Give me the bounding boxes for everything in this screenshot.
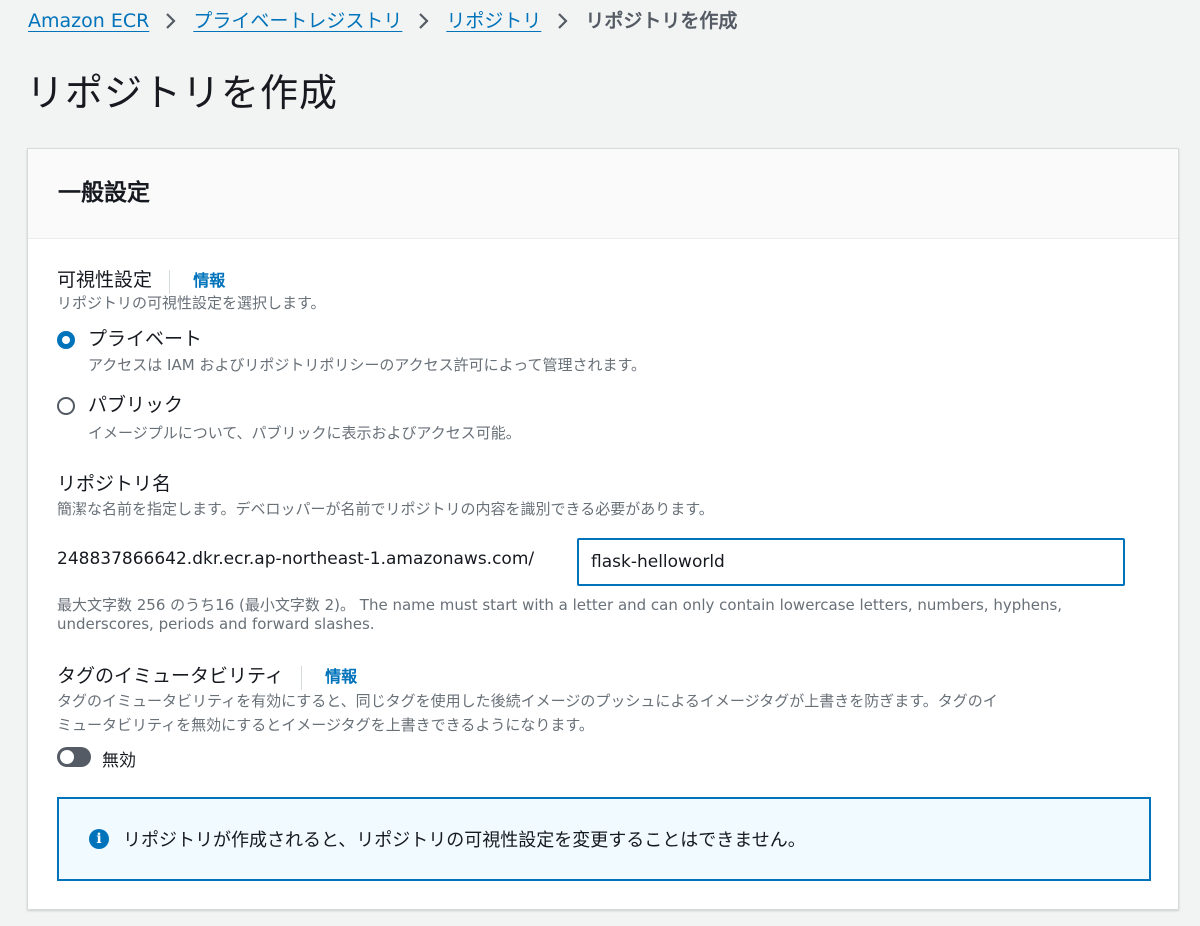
breadcrumb: Amazon ECR プライベートレジストリ リポジトリ リポジトリを作成 bbox=[28, 6, 737, 36]
tag-immutability-description-line2: ミュータビリティを無効にするとイメージタグを上書きできるようになります。 bbox=[57, 716, 594, 734]
repo-name-hint-line2: underscores, periods and forward slashes… bbox=[57, 615, 375, 633]
page-title: リポジトリを作成 bbox=[26, 71, 339, 115]
breadcrumb-current: リポジトリを作成 bbox=[585, 10, 738, 32]
tag-immutability-toggle-label: 無効 bbox=[102, 751, 136, 771]
visibility-label-row: 可視性設定 情報 bbox=[57, 265, 225, 294]
panel-header: 一般設定 bbox=[28, 149, 1178, 239]
chevron-right-icon bbox=[557, 12, 569, 30]
toggle-knob bbox=[60, 750, 74, 764]
radio-private[interactable] bbox=[57, 331, 75, 349]
radio-public[interactable] bbox=[57, 397, 75, 415]
tag-immutability-description-line1: タグのイミュータビリティを有効にすると、同じタグを使用した後続イメージのプッシュ… bbox=[57, 692, 998, 710]
divider bbox=[169, 269, 171, 294]
radio-private-description: アクセスは IAM およびリポジトリポリシーのアクセス許可によって管理されます。 bbox=[88, 356, 646, 374]
repo-name-label: リポジトリ名 bbox=[57, 473, 172, 495]
tag-immutability-info-link[interactable]: 情報 bbox=[325, 667, 357, 686]
repo-name-description: 簡潔な名前を指定します。デベロッパーが名前でリポジトリの内容を識別できる必要があ… bbox=[57, 500, 714, 518]
tag-immutability-toggle[interactable] bbox=[57, 747, 91, 767]
divider bbox=[300, 665, 302, 690]
radio-public-description: イメージプルについて、パブリックに表示およびアクセス可能。 bbox=[88, 424, 521, 442]
info-alert: i リポジトリが作成されると、リポジトリの可視性設定を変更することはできません。 bbox=[57, 797, 1151, 881]
breadcrumb-link-amazon-ecr[interactable]: Amazon ECR bbox=[28, 6, 149, 36]
repo-uri-prefix: 248837866642.dkr.ecr.ap-northeast-1.amaz… bbox=[57, 549, 535, 569]
radio-public-label[interactable]: パブリック bbox=[88, 390, 183, 417]
chevron-right-icon bbox=[165, 12, 177, 30]
tag-immutability-label-row: タグのイミュータビリティ 情報 bbox=[57, 661, 357, 690]
breadcrumb-link-repositories[interactable]: リポジトリ bbox=[446, 6, 541, 36]
repo-name-input[interactable] bbox=[577, 538, 1125, 586]
info-icon: i bbox=[89, 829, 109, 849]
repo-name-hint-line1: 最大文字数 256 のうち16 (最小文字数 2)。 The name must… bbox=[57, 596, 1063, 614]
radio-private-label[interactable]: プライベート bbox=[88, 324, 202, 351]
info-alert-text: リポジトリが作成されると、リポジトリの可視性設定を変更することはできません。 bbox=[123, 830, 806, 851]
visibility-label: 可視性設定 bbox=[57, 269, 153, 291]
tag-immutability-label: タグのイミュータビリティ bbox=[57, 665, 284, 687]
visibility-description: リポジトリの可視性設定を選択します。 bbox=[57, 294, 326, 312]
breadcrumb-link-private-registry[interactable]: プライベートレジストリ bbox=[193, 6, 402, 36]
general-settings-panel: 一般設定 可視性設定 情報 リポジトリの可視性設定を選択します。 プライベート … bbox=[27, 148, 1179, 910]
visibility-info-link[interactable]: 情報 bbox=[193, 271, 225, 290]
chevron-right-icon bbox=[418, 12, 430, 30]
